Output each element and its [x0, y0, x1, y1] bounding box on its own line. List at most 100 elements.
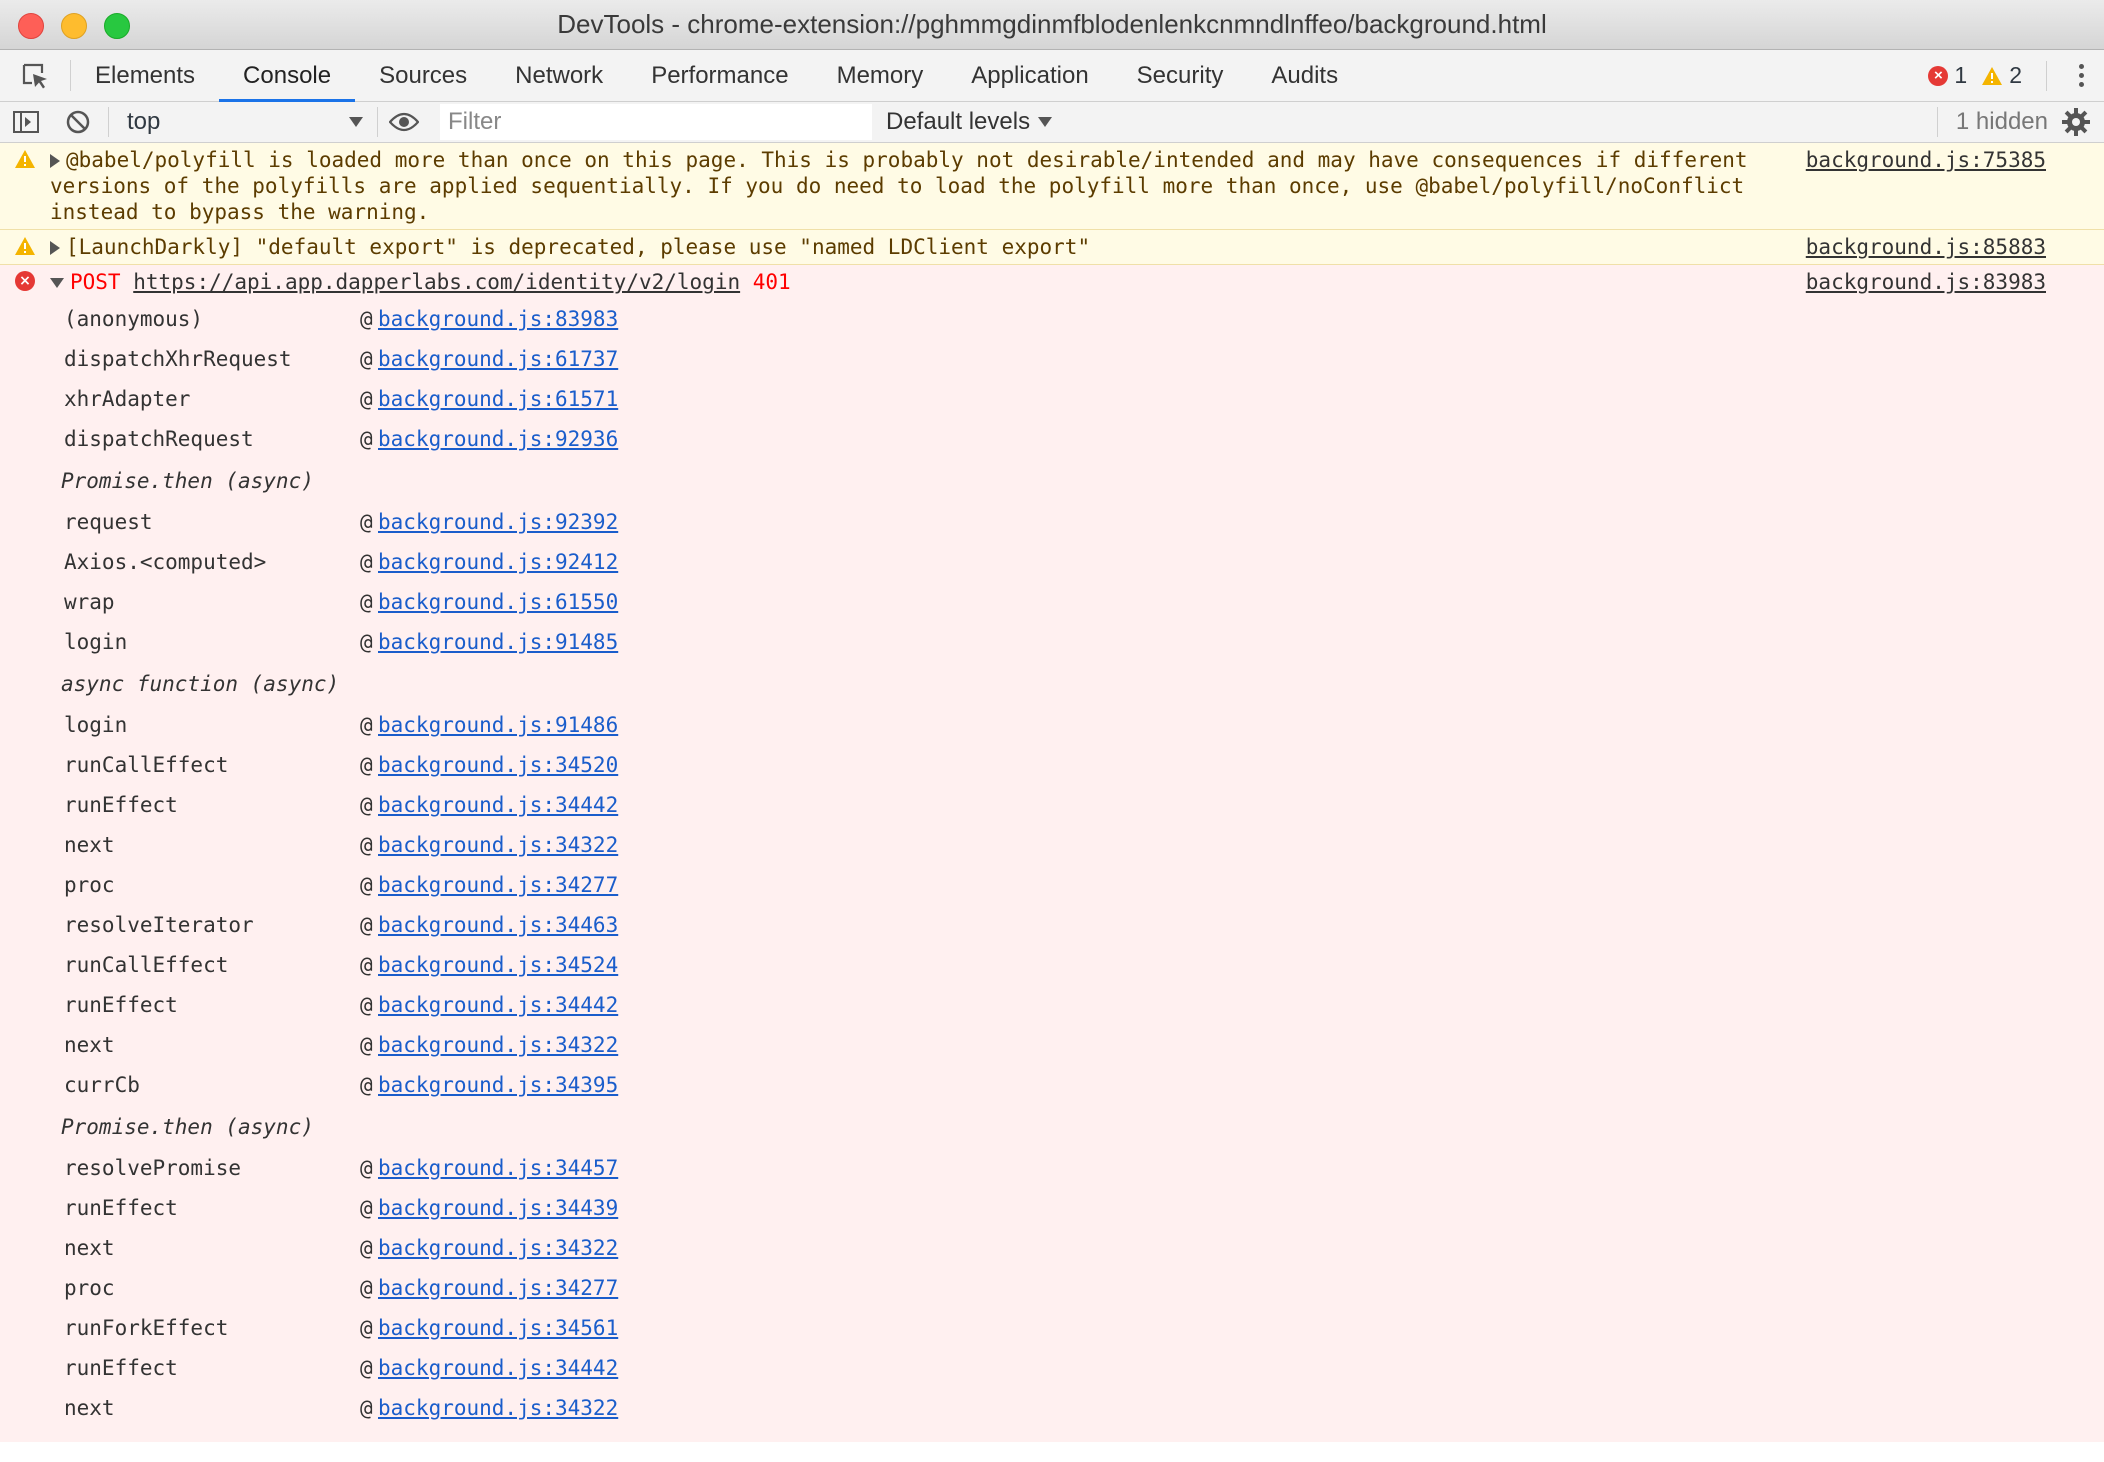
- message-source-link[interactable]: background.js:83983: [1806, 269, 2046, 295]
- warning-icon: [0, 230, 50, 264]
- inspect-element-button[interactable]: [0, 60, 71, 91]
- frame-source-link[interactable]: background.js:34457: [378, 1156, 618, 1180]
- stack-frame: next @ background.js:34322: [64, 1228, 2104, 1268]
- warning-text: [LaunchDarkly] "default export" is depre…: [66, 235, 1091, 259]
- frame-source-link[interactable]: background.js:92412: [378, 550, 618, 574]
- frame-source-link[interactable]: background.js:91486: [378, 713, 618, 737]
- console-warning-message[interactable]: @babel/polyfill is loaded more than once…: [0, 143, 2104, 230]
- frame-source-link[interactable]: background.js:34277: [378, 1276, 618, 1300]
- collapse-triangle-icon[interactable]: [50, 278, 64, 288]
- close-window-button[interactable]: [18, 13, 44, 39]
- at-symbol: @: [360, 550, 373, 574]
- frame-source-link[interactable]: background.js:92936: [378, 427, 618, 451]
- expand-triangle-icon[interactable]: [50, 241, 60, 255]
- stack-frame: dispatchXhrRequest @ background.js:61737: [64, 339, 2104, 379]
- console-settings-button[interactable]: [2048, 107, 2104, 137]
- stack-frame: runCallEffect @ background.js:34524: [64, 945, 2104, 985]
- dropdown-arrow-icon: [1038, 117, 1053, 127]
- frame-function-name: proc: [64, 873, 115, 897]
- frame-source-link[interactable]: background.js:34322: [378, 1396, 618, 1420]
- issue-counters[interactable]: × 1 2: [1928, 50, 2104, 101]
- live-expression-button[interactable]: [378, 102, 430, 142]
- tab-network[interactable]: Network: [491, 50, 627, 101]
- console-messages: @babel/polyfill is loaded more than once…: [0, 143, 2104, 1442]
- tab-audits[interactable]: Audits: [1247, 50, 1362, 101]
- frame-source-link[interactable]: background.js:34322: [378, 833, 618, 857]
- frame-function-name: next: [64, 833, 115, 857]
- tab-application[interactable]: Application: [947, 50, 1112, 101]
- live-expression-icon: [389, 112, 419, 132]
- tab-memory[interactable]: Memory: [813, 50, 948, 101]
- frame-source-link[interactable]: background.js:34442: [378, 1356, 618, 1380]
- stack-frame: Axios.<computed> @ background.js:92412: [64, 542, 2104, 582]
- frame-function-name: Axios.<computed>: [64, 550, 267, 574]
- tab-security[interactable]: Security: [1113, 50, 1248, 101]
- expand-triangle-icon[interactable]: [50, 154, 60, 168]
- frame-source-link[interactable]: background.js:34395: [378, 1073, 618, 1097]
- warning-counter[interactable]: 2: [1981, 62, 2022, 89]
- at-symbol: @: [360, 307, 373, 331]
- frame-source-link[interactable]: background.js:61550: [378, 590, 618, 614]
- frame-source-link[interactable]: background.js:34524: [378, 953, 618, 977]
- frame-source-link[interactable]: background.js:34463: [378, 913, 618, 937]
- log-levels-dropdown[interactable]: Default levels: [886, 108, 1053, 136]
- sidebar-toggle-button[interactable]: [0, 102, 52, 142]
- stack-frame: proc @ background.js:34277: [64, 1268, 2104, 1308]
- message-source-link[interactable]: background.js:75385: [1806, 147, 2046, 173]
- frame-source-link[interactable]: background.js:34520: [378, 753, 618, 777]
- frame-function-name: xhrAdapter: [64, 387, 191, 411]
- frame-source-link[interactable]: background.js:61737: [378, 347, 618, 371]
- divider: [2046, 60, 2047, 91]
- frame-source-link[interactable]: background.js:34277: [378, 873, 618, 897]
- frame-function-name: runEffect: [64, 1356, 178, 1380]
- clear-console-icon: [66, 110, 90, 134]
- minimize-window-button[interactable]: [61, 13, 87, 39]
- tab-console[interactable]: Console: [219, 50, 356, 102]
- frame-source-link[interactable]: background.js:83983: [378, 307, 618, 331]
- frame-source-link[interactable]: background.js:34561: [378, 1316, 618, 1340]
- tab-performance[interactable]: Performance: [627, 50, 812, 101]
- kebab-menu-icon[interactable]: [2071, 64, 2092, 87]
- frame-source-link[interactable]: background.js:34439: [378, 1196, 618, 1220]
- error-counter[interactable]: × 1: [1928, 62, 1967, 89]
- frame-source-link[interactable]: background.js:34322: [378, 1033, 618, 1057]
- stack-frame: runCallEffect @ background.js:34520: [64, 745, 2104, 785]
- frame-function-name: (anonymous): [64, 307, 204, 331]
- devtools-tabbar: Elements Console Sources Network Perform…: [0, 50, 2104, 102]
- frame-function-name: login: [64, 713, 128, 737]
- warning-count: 2: [2009, 62, 2022, 88]
- frame-source-link[interactable]: background.js:91485: [378, 630, 618, 654]
- frame-function-name: runCallEffect: [64, 953, 229, 977]
- at-symbol: @: [360, 833, 373, 857]
- async-boundary: Promise.then (async): [61, 468, 314, 493]
- frame-function-name: login: [64, 630, 128, 654]
- frame-source-link[interactable]: background.js:92392: [378, 510, 618, 534]
- stack-frame: next @ background.js:34322: [64, 825, 2104, 865]
- log-levels-label: Default levels: [886, 108, 1031, 135]
- at-symbol: @: [360, 347, 373, 371]
- tab-elements[interactable]: Elements: [71, 50, 219, 101]
- gear-icon: [2062, 108, 2090, 136]
- at-symbol: @: [360, 630, 373, 654]
- request-url[interactable]: https://api.app.dapperlabs.com/identity/…: [133, 270, 740, 294]
- frame-source-link[interactable]: background.js:34442: [378, 793, 618, 817]
- context-selector[interactable]: top: [108, 107, 378, 137]
- frame-source-link[interactable]: background.js:34442: [378, 993, 618, 1017]
- at-symbol: @: [360, 993, 373, 1017]
- at-symbol: @: [360, 387, 373, 411]
- stack-frame: dispatchRequest @ background.js:92936: [64, 419, 2104, 459]
- console-warning-message[interactable]: [LaunchDarkly] "default export" is depre…: [0, 230, 2104, 265]
- filter-input[interactable]: [440, 104, 872, 140]
- console-error-message[interactable]: × POST https://api.app.dapperlabs.com/id…: [0, 265, 2104, 299]
- tab-sources[interactable]: Sources: [355, 50, 491, 101]
- frame-function-name: runEffect: [64, 993, 178, 1017]
- frame-source-link[interactable]: background.js:61571: [378, 387, 618, 411]
- message-source-link[interactable]: background.js:85883: [1806, 234, 2046, 260]
- hidden-messages-count: 1 hidden: [1936, 107, 2048, 137]
- clear-console-button[interactable]: [52, 102, 104, 142]
- frame-function-name: runCallEffect: [64, 753, 229, 777]
- maximize-window-button[interactable]: [104, 13, 130, 39]
- at-symbol: @: [360, 1356, 373, 1380]
- at-symbol: @: [360, 1033, 373, 1057]
- frame-source-link[interactable]: background.js:34322: [378, 1236, 618, 1260]
